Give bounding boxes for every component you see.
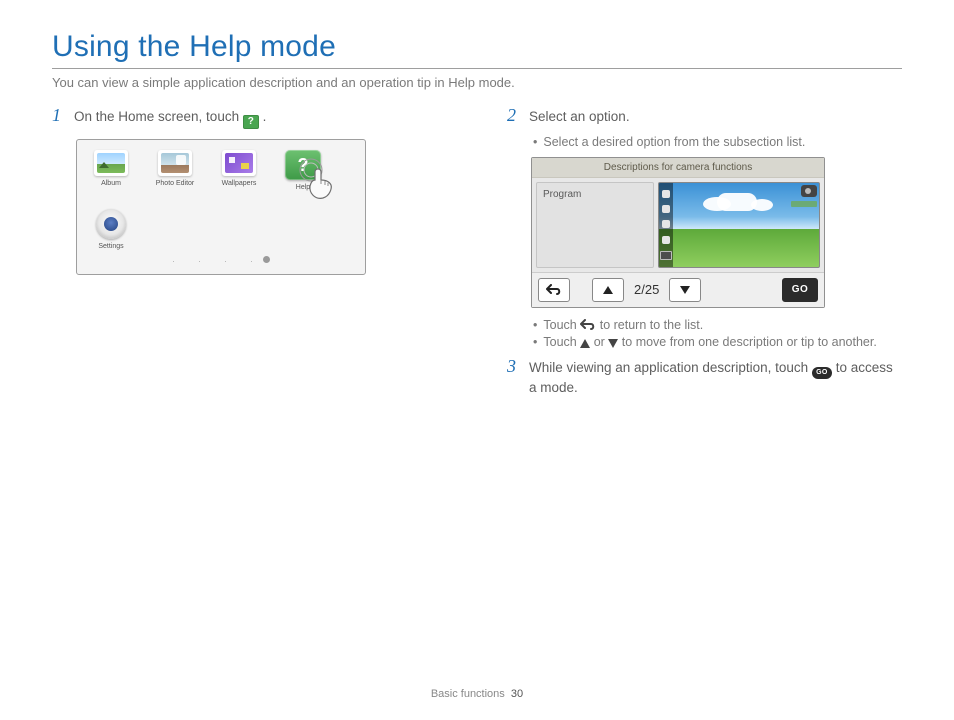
app-photo-editor[interactable]: Photo Editor (153, 150, 197, 191)
triangle-down-icon (608, 339, 618, 348)
step-3-text: While viewing an application description… (529, 359, 902, 398)
next-button[interactable] (669, 278, 701, 302)
step-2-text: Select an option. (529, 108, 630, 127)
camera-status-bar (791, 201, 817, 207)
page-indicator: · · · · (89, 256, 353, 266)
page-counter: 2/25 (634, 282, 659, 297)
step-1-text-b: . (263, 109, 267, 124)
go-icon: GO (812, 367, 832, 379)
settings-gear-icon (96, 209, 126, 239)
back-arrow-icon (580, 319, 596, 331)
triangle-up-icon (580, 339, 590, 348)
camera-preview (658, 182, 820, 268)
app-settings[interactable]: Settings (89, 209, 133, 250)
title-rule (52, 68, 902, 69)
app-wallpapers-label: Wallpapers (222, 180, 257, 187)
touch-finger-icon (299, 158, 343, 202)
app-help[interactable]: ? Help (281, 150, 325, 191)
step-3-number: 3 (507, 357, 519, 375)
step-2-bullet-3: • Touch or to move from one description … (533, 335, 902, 349)
help-app-icon: ? (243, 115, 259, 129)
step-3: 3 While viewing an application descripti… (507, 359, 902, 398)
wallpapers-icon (222, 150, 256, 176)
page-title: Using the Help mode (52, 30, 902, 64)
step-2-bullet-2: • Touch to return to the list. (533, 318, 902, 332)
step-1-number: 1 (52, 106, 64, 124)
home-screen-mock: Album Photo Editor Wallpapers ? Help (76, 139, 366, 275)
footer-section: Basic functions (431, 688, 505, 700)
step-2: 2 Select an option. (507, 108, 902, 127)
step-2-bullet-1: •Select a desired option from the subsec… (533, 135, 902, 149)
triangle-down-icon (679, 285, 691, 295)
camera-description-card: Descriptions for camera functions Progra… (531, 157, 825, 308)
footer-page-number: 30 (511, 688, 523, 700)
app-album-label: Album (101, 180, 121, 187)
go-button[interactable]: GO (782, 278, 818, 302)
app-album[interactable]: Album (89, 150, 133, 191)
prev-button[interactable] (592, 278, 624, 302)
step-2-number: 2 (507, 106, 519, 124)
page-footer: Basic functions 30 (0, 688, 954, 700)
step-1: 1 On the Home screen, touch ? . (52, 108, 447, 129)
subtitle: You can view a simple application descri… (52, 75, 902, 90)
go-label: GO (792, 284, 809, 295)
app-wallpapers[interactable]: Wallpapers (217, 150, 261, 191)
back-arrow-icon (546, 284, 562, 296)
back-button[interactable] (538, 278, 570, 302)
app-settings-label: Settings (98, 243, 123, 250)
camera-overlay-icons (659, 183, 673, 267)
camera-mode-label: Program (536, 182, 654, 268)
camera-card-header: Descriptions for camera functions (532, 158, 824, 178)
triangle-up-icon (602, 285, 614, 295)
app-photo-editor-label: Photo Editor (156, 180, 195, 187)
album-icon (94, 150, 128, 176)
camera-icon (801, 185, 817, 197)
step-1-text-a: On the Home screen, touch (74, 109, 243, 124)
step-1-text: On the Home screen, touch ? . (74, 108, 266, 129)
photo-editor-icon (158, 150, 192, 176)
